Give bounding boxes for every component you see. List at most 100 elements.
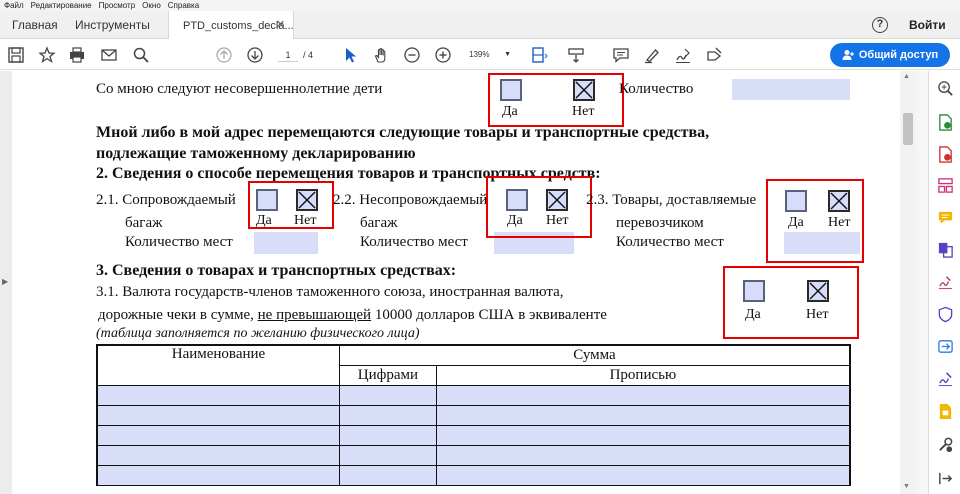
save-icon[interactable] xyxy=(6,45,26,65)
help-icon[interactable]: ? xyxy=(872,17,888,33)
section-3-1-yes-checkbox[interactable] xyxy=(743,280,765,302)
section-3-title: 3. Сведения о товарах и транспортных сре… xyxy=(96,262,457,279)
zoom-tool-icon[interactable] xyxy=(935,78,955,98)
cross-mark-icon xyxy=(548,191,566,209)
section-2-1-no-checkbox[interactable] xyxy=(296,189,318,211)
next-page-icon[interactable] xyxy=(245,45,265,65)
currency-words-field[interactable] xyxy=(435,404,851,426)
highlight-pen-icon[interactable] xyxy=(642,45,662,65)
section-3-1-line2-c: 10000 долларов США в эквиваленте xyxy=(371,307,607,323)
currency-name-field[interactable] xyxy=(95,444,340,466)
menu-help[interactable]: Справка xyxy=(164,0,202,11)
share-button-label: Общий доступ xyxy=(858,49,939,61)
sign-in-button[interactable]: Войти xyxy=(909,11,946,39)
comment-icon[interactable] xyxy=(611,45,631,65)
section-2-1-yes-checkbox[interactable] xyxy=(256,189,278,211)
quantity-label: Количество xyxy=(619,81,694,97)
currency-digits-field[interactable] xyxy=(338,424,437,446)
currency-name-field[interactable] xyxy=(95,464,340,486)
section-2-1-places-field[interactable] xyxy=(254,232,318,254)
share-button[interactable]: Общий доступ xyxy=(830,43,950,67)
section-3-1-no-checkbox[interactable] xyxy=(807,280,829,302)
hand-tool-icon[interactable] xyxy=(371,45,391,65)
children-yes-label: Да xyxy=(502,104,518,119)
currency-digits-field[interactable] xyxy=(338,384,437,406)
select-cursor-icon[interactable] xyxy=(340,45,360,65)
zoom-in-icon[interactable] xyxy=(433,45,453,65)
currency-name-field[interactable] xyxy=(95,384,340,406)
tab-home[interactable]: Главная xyxy=(12,11,58,39)
section-3-1-line2-a: дорожные чеки в сумме, xyxy=(98,307,258,323)
menu-window[interactable]: Окно xyxy=(138,0,164,11)
section-2-1-yes-label: Да xyxy=(256,213,272,228)
zoom-level-dropdown[interactable]: 139% ▼ xyxy=(463,48,511,62)
page-number-input[interactable]: 1 xyxy=(278,48,298,62)
section-2-3-sub: перевозчиком xyxy=(616,215,704,231)
currency-words-field[interactable] xyxy=(435,464,851,486)
currency-digits-field[interactable] xyxy=(338,444,437,466)
currency-words-field[interactable] xyxy=(435,444,851,466)
section-2-3-no-checkbox[interactable] xyxy=(828,190,850,212)
table-header-sum: Сумма xyxy=(338,344,851,366)
collapse-panel-icon[interactable] xyxy=(935,468,955,488)
children-no-label: Нет xyxy=(572,104,595,119)
pdf-page: Со мною следуют несовершеннолетние дети … xyxy=(12,71,900,494)
zoom-level-value: 139% xyxy=(469,50,490,59)
table-row xyxy=(95,444,851,466)
section-3-1-line2-b: не превышающей xyxy=(257,307,372,323)
tab-document[interactable]: PTD_customs_decla... ✕ xyxy=(168,11,294,39)
vertical-scrollbar[interactable]: ▲ ▼ xyxy=(900,71,916,494)
currency-name-field[interactable] xyxy=(95,424,340,446)
section-2-1-places-label: Количество мест xyxy=(125,234,233,250)
section-2-2-yes-checkbox[interactable] xyxy=(506,189,528,211)
previous-page-icon[interactable] xyxy=(214,45,234,65)
tab-tools[interactable]: Инструменты xyxy=(75,11,150,39)
section-2-3-yes-checkbox[interactable] xyxy=(785,190,807,212)
menu-bar: Файл Редактирование Просмотр Окно Справк… xyxy=(0,0,960,11)
children-quantity-field[interactable] xyxy=(732,79,850,100)
fill-sign-tool-icon[interactable] xyxy=(935,271,955,291)
search-icon[interactable] xyxy=(131,45,151,65)
combine-files-icon[interactable] xyxy=(935,239,955,259)
organize-pages-icon[interactable] xyxy=(935,175,955,195)
currency-digits-field[interactable] xyxy=(338,464,437,486)
scroll-down-icon[interactable]: ▼ xyxy=(903,483,910,490)
sign-icon[interactable] xyxy=(673,45,693,65)
bookmark-star-icon[interactable] xyxy=(37,45,57,65)
fit-page-icon[interactable] xyxy=(529,45,549,65)
compare-files-icon[interactable] xyxy=(935,336,955,356)
protect-shield-icon[interactable] xyxy=(935,304,955,324)
section-2-2-yes-label: Да xyxy=(507,213,523,228)
goods-heading-line2: подлежащие таможенному декларированию xyxy=(96,145,416,162)
more-tools-icon[interactable] xyxy=(935,434,955,454)
currency-words-field[interactable] xyxy=(435,384,851,406)
close-tab-icon[interactable]: ✕ xyxy=(276,11,285,39)
currency-words-field[interactable] xyxy=(435,424,851,446)
scrollbar-thumb[interactable] xyxy=(903,113,913,145)
menu-view[interactable]: Просмотр xyxy=(95,0,139,11)
left-panel-toggle[interactable]: ▶ xyxy=(0,71,12,494)
scroll-mode-icon[interactable] xyxy=(566,45,586,65)
create-pdf-icon[interactable] xyxy=(935,144,955,164)
menu-edit[interactable]: Редактирование xyxy=(27,0,95,11)
section-2-3-label: 2.3. Товары, доставляемые xyxy=(586,192,757,208)
request-signature-icon[interactable] xyxy=(935,368,955,388)
children-yes-checkbox[interactable] xyxy=(500,79,522,101)
scan-document-icon[interactable] xyxy=(935,401,955,421)
children-no-checkbox[interactable] xyxy=(573,79,595,101)
comment-tool-icon[interactable] xyxy=(935,207,955,227)
section-2-2-no-checkbox[interactable] xyxy=(546,189,568,211)
print-icon[interactable] xyxy=(67,45,87,65)
scroll-up-icon[interactable]: ▲ xyxy=(903,73,910,80)
zoom-out-icon[interactable] xyxy=(402,45,422,65)
fill-and-sign-icon[interactable] xyxy=(704,45,724,65)
table-header-name: Наименование xyxy=(95,344,340,386)
share-user-icon xyxy=(842,49,854,61)
email-icon[interactable] xyxy=(99,45,119,65)
tab-bar: Главная Инструменты PTD_customs_decla...… xyxy=(0,11,960,39)
currency-name-field[interactable] xyxy=(95,404,340,426)
table-row xyxy=(95,384,851,406)
menu-file[interactable]: Файл xyxy=(0,0,27,11)
currency-digits-field[interactable] xyxy=(338,404,437,426)
export-pdf-icon[interactable] xyxy=(935,112,955,132)
